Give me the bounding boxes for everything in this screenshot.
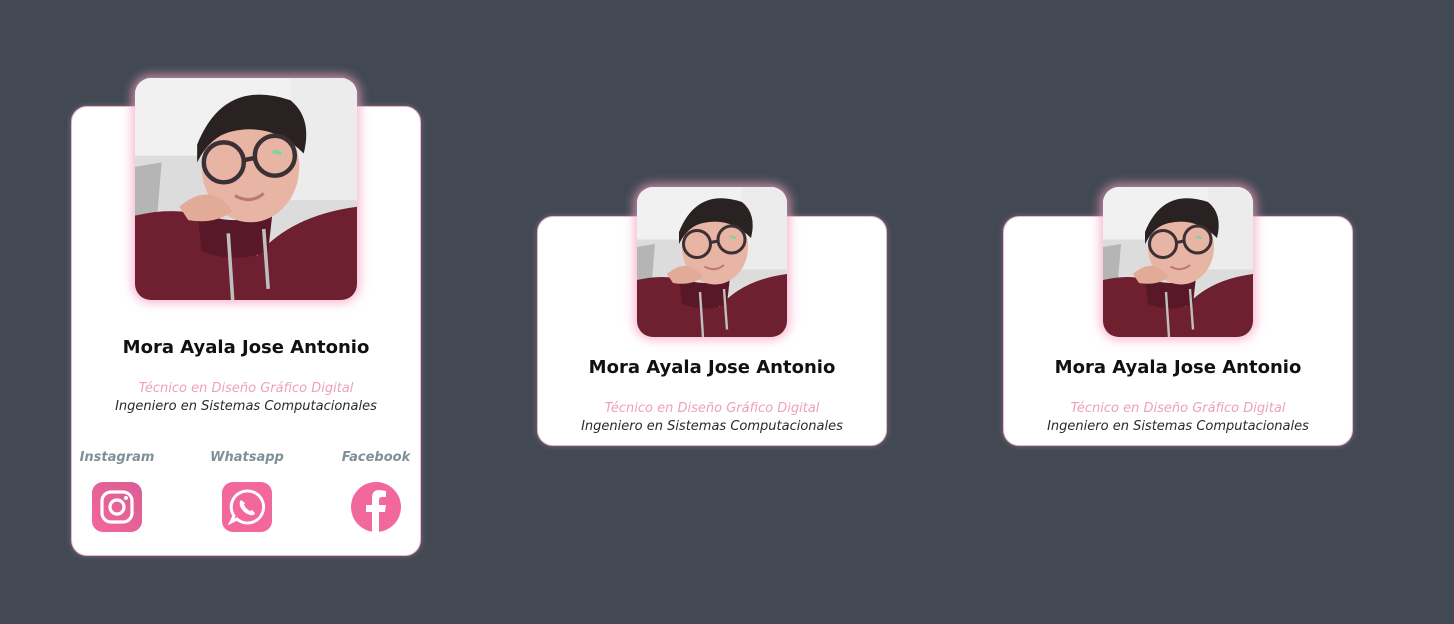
profile-cards-stage: Mora Ayala Jose Antonio Técnico en Diseñ… — [0, 0, 1454, 624]
profile-photo — [637, 187, 787, 337]
profile-title-secondary: Ingeniero en Sistemas Computacionales — [581, 419, 843, 434]
profile-photo-image — [135, 78, 357, 300]
profile-title-primary: Técnico en Diseño Gráfico Digital — [138, 381, 354, 396]
profile-title-primary: Técnico en Diseño Gráfico Digital — [604, 401, 820, 416]
profile-photo-image — [1103, 187, 1253, 337]
profile-title-primary: Técnico en Diseño Gráfico Digital — [1070, 401, 1286, 416]
profile-photo-image — [637, 187, 787, 337]
instagram-icon[interactable] — [92, 482, 142, 532]
profile-title-secondary: Ingeniero en Sistemas Computacionales — [1047, 419, 1309, 434]
facebook-label: Facebook — [341, 450, 411, 465]
profile-card-compact[interactable]: Mora Ayala Jose Antonio Técnico en Diseñ… — [537, 187, 887, 446]
social-instagram: Instagram — [72, 449, 162, 532]
instagram-label: Instagram — [79, 450, 155, 465]
social-facebook: Facebook — [331, 449, 421, 532]
profile-name: Mora Ayala Jose Antonio — [1054, 357, 1302, 378]
facebook-icon[interactable] — [351, 482, 401, 532]
profile-name: Mora Ayala Jose Antonio — [122, 337, 370, 358]
profile-card-expanded[interactable]: Mora Ayala Jose Antonio Técnico en Diseñ… — [71, 78, 421, 556]
whatsapp-label: Whatsapp — [210, 450, 284, 465]
profile-card-compact[interactable]: Mora Ayala Jose Antonio Técnico en Diseñ… — [1003, 187, 1353, 446]
profile-photo — [135, 78, 357, 300]
social-whatsapp: Whatsapp — [202, 449, 292, 532]
whatsapp-icon[interactable] — [222, 482, 272, 532]
profile-photo — [1103, 187, 1253, 337]
profile-name: Mora Ayala Jose Antonio — [588, 357, 836, 378]
profile-title-secondary: Ingeniero en Sistemas Computacionales — [115, 399, 377, 414]
